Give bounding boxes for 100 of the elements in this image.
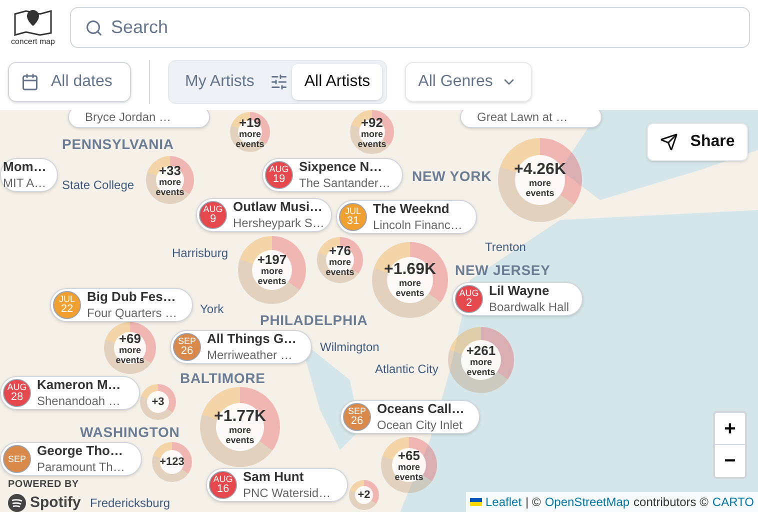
venue-name: Hersheypark S… (233, 216, 323, 231)
place-label: Wilmington (320, 339, 380, 356)
carto-link[interactable]: CARTO (712, 493, 754, 511)
place-label: Atlantic City (375, 361, 438, 378)
flag-icon (470, 498, 482, 506)
event-card[interactable]: Bryce Jordan … (68, 110, 210, 128)
place-label: WASHINGTON (80, 423, 180, 442)
venue-name: Paramount Th… (37, 460, 125, 475)
cluster-count: +1.69K (384, 262, 436, 278)
openstreetmap-link[interactable]: OpenStreetMap (544, 493, 630, 511)
event-cluster[interactable]: +123 (152, 442, 192, 482)
event-card[interactable]: AUG 19 Sixpence N… The Santander… (262, 158, 403, 192)
event-cluster[interactable]: +65 more events (381, 437, 437, 493)
venue-name: Ocean City Inlet (377, 418, 464, 433)
cluster-count: +3 (152, 396, 164, 408)
venue-name: Lincoln Financ… (373, 218, 462, 233)
date-badge: JUL 31 (339, 203, 367, 231)
cluster-count: +197 (257, 253, 287, 266)
event-cluster[interactable]: +19 more events (230, 112, 270, 152)
cluster-count: +76 (328, 244, 352, 256)
event-title: Sam Hunt (243, 469, 305, 486)
search-field[interactable]: Search (70, 7, 750, 48)
date-badge: SEP (3, 445, 31, 473)
event-cluster[interactable]: +4.26K more events (498, 138, 582, 222)
place-label: Trenton (485, 239, 526, 256)
send-icon (660, 133, 678, 151)
event-card[interactable]: JUL 31 The Weeknd Lincoln Financ… (336, 200, 477, 234)
venue-name: Bryce Jordan … (85, 110, 172, 126)
venue-name: MIT A… (3, 176, 46, 191)
cluster-count: +92 (360, 116, 384, 128)
cluster-count: +261 (466, 344, 496, 356)
venue-name: Great Lawn at … (477, 110, 568, 126)
date-badge: AUG 19 (265, 161, 293, 189)
cluster-label: more events (324, 256, 356, 276)
place-label: PHILADELPHIA (260, 311, 368, 330)
event-cluster[interactable]: +197 more events (238, 236, 306, 304)
event-card[interactable]: AUG 9 Outlaw Musi… Hersheypark S… (196, 198, 332, 232)
date-filter-button[interactable]: All dates (8, 62, 131, 102)
event-title: Outlaw Musi… (233, 199, 323, 216)
event-title: George Tho… (37, 443, 124, 460)
cluster-label: more events (234, 128, 266, 148)
event-card[interactable]: JUL 22 Big Dub Fes… Four Quarters … (50, 288, 193, 322)
logo-text: concert map (10, 36, 56, 48)
event-cluster[interactable]: +69 more events (104, 322, 156, 374)
cluster-count: +4.26K (514, 162, 566, 178)
place-label: Fredericksburg (90, 495, 170, 512)
event-card[interactable]: SEP 26 Oceans Call… Ocean City Inlet (340, 400, 480, 434)
event-title: Big Dub Fes… (87, 289, 177, 306)
venue-name: Merriweather … (207, 348, 294, 363)
event-cluster[interactable]: +3 (140, 384, 176, 420)
event-card[interactable]: SEP 26 All Things G… Merriweather … (170, 330, 312, 364)
zoom-out-button[interactable]: − (715, 445, 745, 477)
leaflet-link[interactable]: Leaflet (486, 493, 522, 511)
event-card[interactable]: AUG 2 Lil Wayne Boardwalk Hall (452, 282, 583, 316)
cluster-label: more events (114, 344, 146, 364)
zoom-in-button[interactable]: + (715, 413, 745, 445)
cluster-label: more events (224, 425, 256, 445)
date-badge: AUG 2 (455, 285, 483, 313)
place-label: NEW JERSEY (455, 261, 550, 280)
event-cluster[interactable]: +76 more events (317, 237, 363, 283)
event-title: Lil Wayne (489, 283, 550, 300)
search-icon (85, 19, 103, 37)
event-cluster[interactable]: +92 more events (350, 110, 394, 154)
cluster-label: more events (466, 356, 496, 376)
genre-select[interactable]: All Genres (405, 62, 532, 102)
powered-by-text: POWERED BY (8, 478, 80, 492)
event-card[interactable]: Mom… MIT A… (0, 158, 58, 192)
event-card[interactable]: AUG 28 Kameron M… Shenandoah … (0, 376, 140, 410)
date-badge: SEP 26 (343, 403, 371, 431)
spotify-text: Spotify (30, 493, 81, 512)
date-badge: SEP 26 (173, 333, 201, 361)
event-card[interactable]: Great Lawn at … (460, 110, 602, 128)
venue-name: Boardwalk Hall (489, 300, 570, 315)
cluster-count: +33 (158, 164, 182, 176)
venue-name: The Santander… (299, 176, 390, 191)
artist-tab[interactable]: My Artists (173, 64, 266, 100)
event-cluster[interactable]: +33 more events (146, 156, 194, 204)
artist-tab[interactable]: All Artists (292, 64, 382, 100)
cluster-count: +123 (160, 456, 184, 468)
cluster-count: +19 (238, 116, 262, 128)
date-badge: JUL 22 (53, 291, 81, 319)
event-title: Oceans Call… (377, 401, 464, 418)
event-cluster[interactable]: +1.69K more events (372, 242, 448, 318)
event-cluster[interactable]: +261 more events (448, 327, 514, 393)
place-label: Harrisburg (172, 245, 228, 262)
event-card[interactable]: AUG 16 Sam Hunt PNC Watersid… (206, 468, 348, 502)
date-badge: AUG 9 (199, 201, 227, 229)
event-cluster[interactable]: +1.77K more events (200, 387, 280, 467)
map-pin-logo-icon (13, 8, 53, 36)
cluster-label: more events (154, 176, 186, 196)
cluster-label: more events (394, 278, 426, 298)
share-button[interactable]: Share (647, 123, 748, 161)
cluster-label: more events (356, 128, 388, 148)
place-label: State College (62, 177, 134, 194)
attribution-separator: | © (526, 494, 541, 511)
place-label: PENNSYLVANIA (62, 135, 174, 154)
event-cluster[interactable]: +2 (349, 480, 379, 510)
date-badge: AUG 16 (209, 471, 237, 499)
calendar-icon (21, 73, 39, 91)
place-label: BALTIMORE (180, 369, 266, 388)
